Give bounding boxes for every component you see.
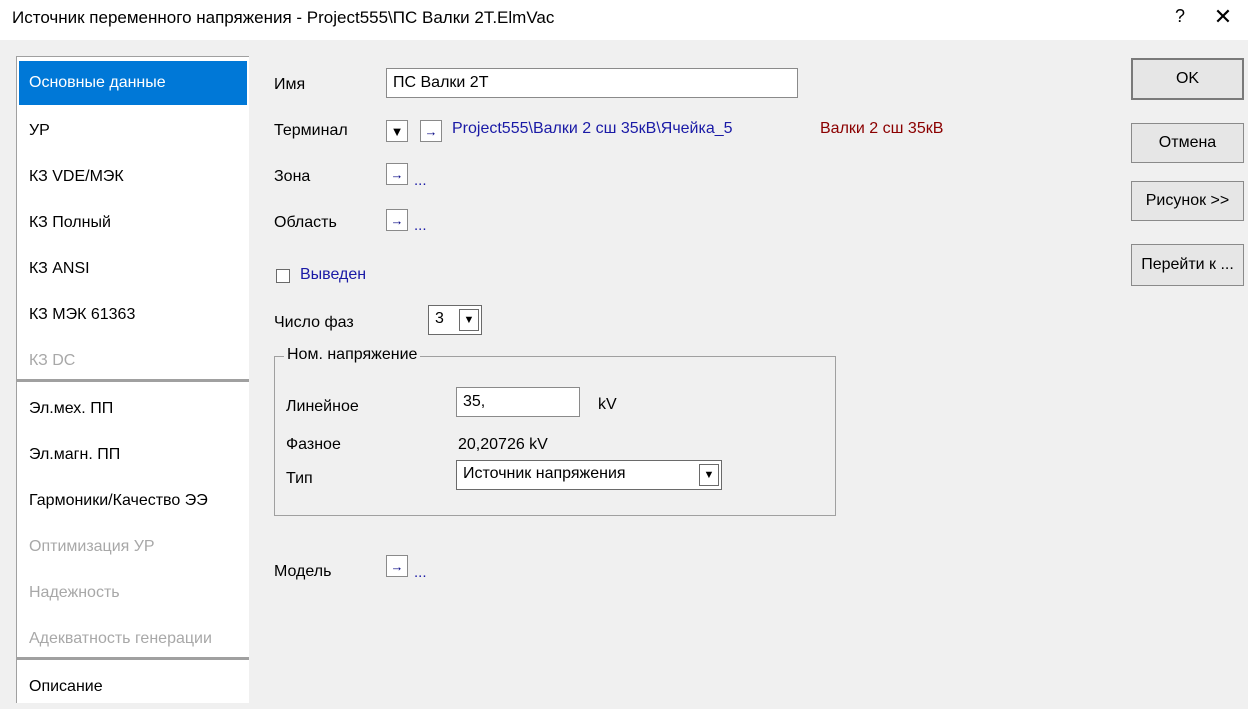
help-button[interactable]: ?	[1168, 6, 1192, 27]
sidebar-item-sc-dc[interactable]: КЗ DC	[19, 339, 247, 383]
close-icon[interactable]: ✕	[1208, 4, 1238, 30]
zone-label: Зона	[274, 168, 311, 185]
nominal-voltage-title: Ном. напряжение	[284, 346, 421, 364]
type-select[interactable]: Источник напряжения ▼	[456, 460, 722, 490]
picture-button[interactable]: Рисунок >>	[1131, 181, 1244, 221]
terminal-path-link[interactable]: Project555\Валки 2 сш 35кВ\Ячейка_5	[452, 120, 733, 138]
terminal-dropdown-icon[interactable]: ▼	[386, 120, 408, 142]
cancel-button[interactable]: Отмена	[1131, 123, 1244, 163]
terminal-jump-icon[interactable]: →	[420, 120, 442, 142]
sidebar-item-reliability[interactable]: Надежность	[19, 571, 247, 615]
phases-select[interactable]: 3 ▼	[428, 305, 482, 335]
sidebar-item-opf[interactable]: Оптимизация УР	[19, 525, 247, 569]
sidebar-item-description[interactable]: Описание	[19, 665, 247, 709]
sidebar-item-sc-ansi[interactable]: КЗ ANSI	[19, 247, 247, 291]
out-of-service-label[interactable]: Выведен	[300, 266, 366, 284]
line-voltage-unit: kV	[598, 396, 617, 413]
area-jump-icon[interactable]: →	[386, 209, 408, 231]
model-value: ...	[414, 564, 427, 581]
model-label: Модель	[274, 563, 332, 580]
name-input[interactable]: ПС Валки 2Т	[386, 68, 798, 98]
phases-label: Число фаз	[274, 314, 354, 331]
line-voltage-label: Линейное	[286, 398, 359, 415]
chevron-down-icon[interactable]: ▼	[459, 309, 479, 331]
zone-jump-icon[interactable]: →	[386, 163, 408, 185]
sidebar-item-basic-data[interactable]: Основные данные	[19, 61, 247, 105]
sidebar-item-load-flow[interactable]: УР	[19, 109, 247, 153]
phases-value: 3	[435, 310, 444, 327]
phase-voltage-label: Фазное	[286, 436, 341, 453]
goto-button[interactable]: Перейти к ...	[1131, 244, 1244, 286]
sidebar-nav: Основные данные УР КЗ VDE/МЭК КЗ Полный …	[16, 56, 249, 703]
terminal-busbar-text: Валки 2 сш 35кВ	[820, 120, 944, 137]
sidebar-divider	[17, 657, 249, 660]
nominal-voltage-group	[274, 356, 836, 516]
model-jump-icon[interactable]: →	[386, 555, 408, 577]
sidebar-item-rms-simulation[interactable]: Эл.мех. ПП	[19, 387, 247, 431]
chevron-down-icon[interactable]: ▼	[699, 464, 719, 486]
terminal-label: Терминал	[274, 122, 348, 139]
window-title: Источник переменного напряжения - Projec…	[12, 8, 555, 27]
sidebar-item-harmonics[interactable]: Гармоники/Качество ЭЭ	[19, 479, 247, 523]
sidebar-item-sc-vde-iec[interactable]: КЗ VDE/МЭК	[19, 155, 247, 199]
type-label: Тип	[286, 470, 313, 487]
sidebar-divider	[17, 379, 249, 382]
sidebar-item-sc-complete[interactable]: КЗ Полный	[19, 201, 247, 245]
name-label: Имя	[274, 76, 306, 93]
phase-voltage-value: 20,20726 kV	[458, 436, 548, 453]
area-value: ...	[414, 217, 427, 234]
zone-value: ...	[414, 172, 427, 189]
ok-button[interactable]: OK	[1131, 58, 1244, 100]
type-value: Источник напряжения	[463, 465, 626, 482]
line-voltage-input[interactable]: 35,	[456, 387, 580, 417]
sidebar-item-sc-iec61363[interactable]: КЗ МЭК 61363	[19, 293, 247, 337]
sidebar-item-generation-adequacy[interactable]: Адекватность генерации	[19, 617, 247, 661]
area-label: Область	[274, 214, 337, 231]
title-bar: Источник переменного напряжения - Projec…	[0, 0, 1248, 40]
sidebar-item-emt-simulation[interactable]: Эл.магн. ПП	[19, 433, 247, 477]
out-of-service-checkbox[interactable]	[276, 269, 290, 283]
